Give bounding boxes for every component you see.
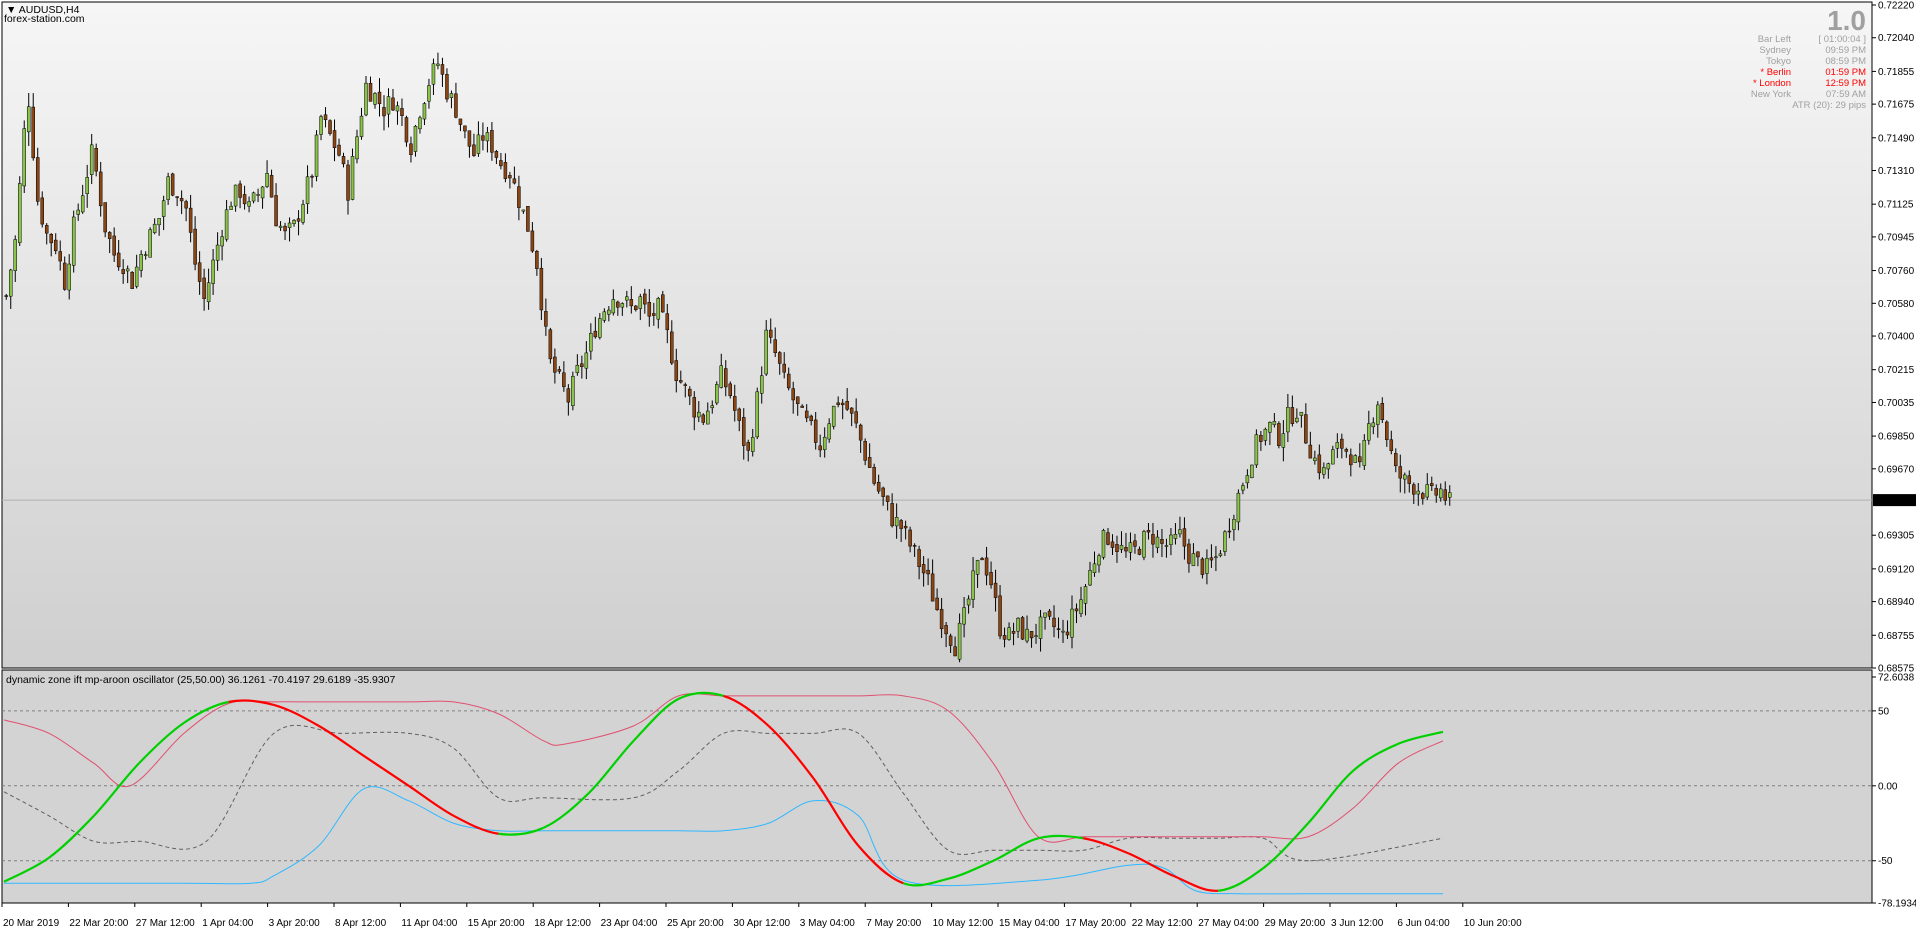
info-big-number: 1.0	[1827, 5, 1866, 36]
price-tick-label: 0.71490	[1878, 133, 1915, 144]
info-atr: ATR (20): 29 pips	[1792, 100, 1866, 111]
time-tick-label: 8 Apr 12:00	[335, 918, 387, 929]
candle	[103, 202, 107, 238]
time-tick-label: 22 Mar 20:00	[69, 918, 128, 929]
candle	[350, 148, 355, 201]
info-row-value: 01:59 PM	[1825, 67, 1866, 78]
time-tick-label: 10 May 12:00	[933, 918, 994, 929]
price-tick-label: 0.70035	[1878, 398, 1915, 409]
candle	[1277, 421, 1281, 449]
time-tick-label: 25 Apr 20:00	[667, 918, 724, 929]
price-tick-label: 0.71675	[1878, 100, 1915, 111]
price-tick-label: 0.72220	[1878, 1, 1915, 12]
time-tick-label: 20 Mar 2019	[3, 918, 60, 929]
price-tick-label: 0.70760	[1878, 266, 1915, 277]
price-tick-label: 0.69120	[1878, 564, 1915, 575]
candle	[715, 381, 719, 406]
info-row-value: 09:59 PM	[1825, 45, 1866, 56]
candle	[314, 130, 319, 182]
candle	[1101, 528, 1106, 560]
current-price-label: 0.69498	[1876, 496, 1913, 507]
candle	[1250, 464, 1254, 479]
price-tick-label: 0.71125	[1878, 200, 1914, 211]
price-panel[interactable]	[1, 1, 1873, 669]
osc-tick-label: -50	[1878, 856, 1893, 867]
osc-tick-label: 50	[1878, 706, 1890, 717]
osc-tick-label: -78.1934	[1878, 899, 1916, 910]
time-tick-label: 22 May 12:00	[1132, 918, 1193, 929]
candle	[526, 206, 530, 232]
candle	[328, 119, 332, 136]
candle	[148, 227, 152, 258]
info-row-value: 12:59 PM	[1825, 78, 1866, 89]
price-tick-label: 0.69305	[1878, 531, 1915, 542]
candle	[404, 115, 409, 147]
time-tick-label: 17 May 20:00	[1065, 918, 1126, 929]
info-row-label: New York	[1751, 89, 1791, 100]
osc-tick-label: 72.6038	[1878, 673, 1915, 684]
candle	[1020, 615, 1025, 641]
time-tick-label: 18 Apr 12:00	[534, 918, 591, 929]
candle	[728, 381, 732, 399]
osc-tick-label: 0.00	[1878, 781, 1898, 792]
price-tick-label: 0.70945	[1878, 232, 1915, 243]
info-row-label: Sydney	[1759, 45, 1791, 56]
price-tick-label: 0.68755	[1878, 631, 1915, 642]
candle	[1353, 454, 1358, 463]
info-row-label: * Berlin	[1760, 67, 1791, 78]
time-tick-label: 11 Apr 04:00	[401, 918, 457, 929]
time-tick-label: 1 Apr 04:00	[202, 918, 254, 929]
oscillator-panel[interactable]	[1, 669, 1873, 904]
time-tick-label: 30 Apr 12:00	[733, 918, 790, 929]
info-row-label: Bar Left	[1758, 34, 1792, 45]
candle	[130, 271, 134, 290]
time-tick-label: 29 May 20:00	[1265, 918, 1326, 929]
candle	[1142, 529, 1146, 561]
time-tick-label: 15 May 04:00	[999, 918, 1060, 929]
price-tick-label: 0.71855	[1878, 67, 1915, 78]
candle	[1254, 429, 1259, 468]
time-tick-label: 6 Jun 04:00	[1397, 918, 1450, 929]
oscillator-title: dynamic zone ift mp-aroon oscillator (25…	[6, 674, 395, 686]
candle	[71, 210, 76, 273]
price-tick-label: 0.69670	[1878, 464, 1915, 475]
candle	[170, 172, 175, 197]
price-tick-label: 0.69850	[1878, 432, 1915, 443]
time-tick-label: 3 May 04:00	[800, 918, 855, 929]
price-tick-label: 0.68940	[1878, 597, 1915, 608]
price-tick-label: 0.70400	[1878, 332, 1915, 343]
time-tick-label: 27 May 04:00	[1198, 918, 1259, 929]
time-tick-label: 7 May 20:00	[866, 918, 921, 929]
price-tick-label: 0.70580	[1878, 299, 1915, 310]
time-tick-label: 10 Jun 20:00	[1464, 918, 1522, 929]
watermark: forex-station.com	[4, 13, 85, 25]
info-row-label: * London	[1753, 78, 1791, 89]
candle	[571, 371, 575, 411]
price-tick-label: 0.72040	[1878, 33, 1915, 44]
info-row-label: Tokyo	[1766, 56, 1791, 67]
price-tick-label: 0.71310	[1878, 166, 1915, 177]
candle	[17, 176, 22, 247]
time-tick-label: 23 Apr 04:00	[601, 918, 658, 929]
candle	[22, 120, 26, 194]
candle	[548, 327, 553, 364]
time-tick-label: 27 Mar 12:00	[136, 918, 195, 929]
time-tick-label: 3 Apr 20:00	[269, 918, 321, 929]
time-tick-label: 3 Jun 12:00	[1331, 918, 1384, 929]
time-tick-label: 15 Apr 20:00	[468, 918, 525, 929]
chart-root: 0.72220 0.72040 0.71855 0.71675 0.71490 0.713…	[0, 0, 1916, 933]
info-row-value: 07:59 AM	[1826, 89, 1866, 100]
candle	[831, 405, 836, 430]
info-row-value: [ 01:00:04 ]	[1818, 34, 1866, 45]
candle	[755, 387, 759, 440]
price-tick-label: 0.70215	[1878, 365, 1915, 376]
info-row-value: 08:59 PM	[1825, 56, 1866, 67]
